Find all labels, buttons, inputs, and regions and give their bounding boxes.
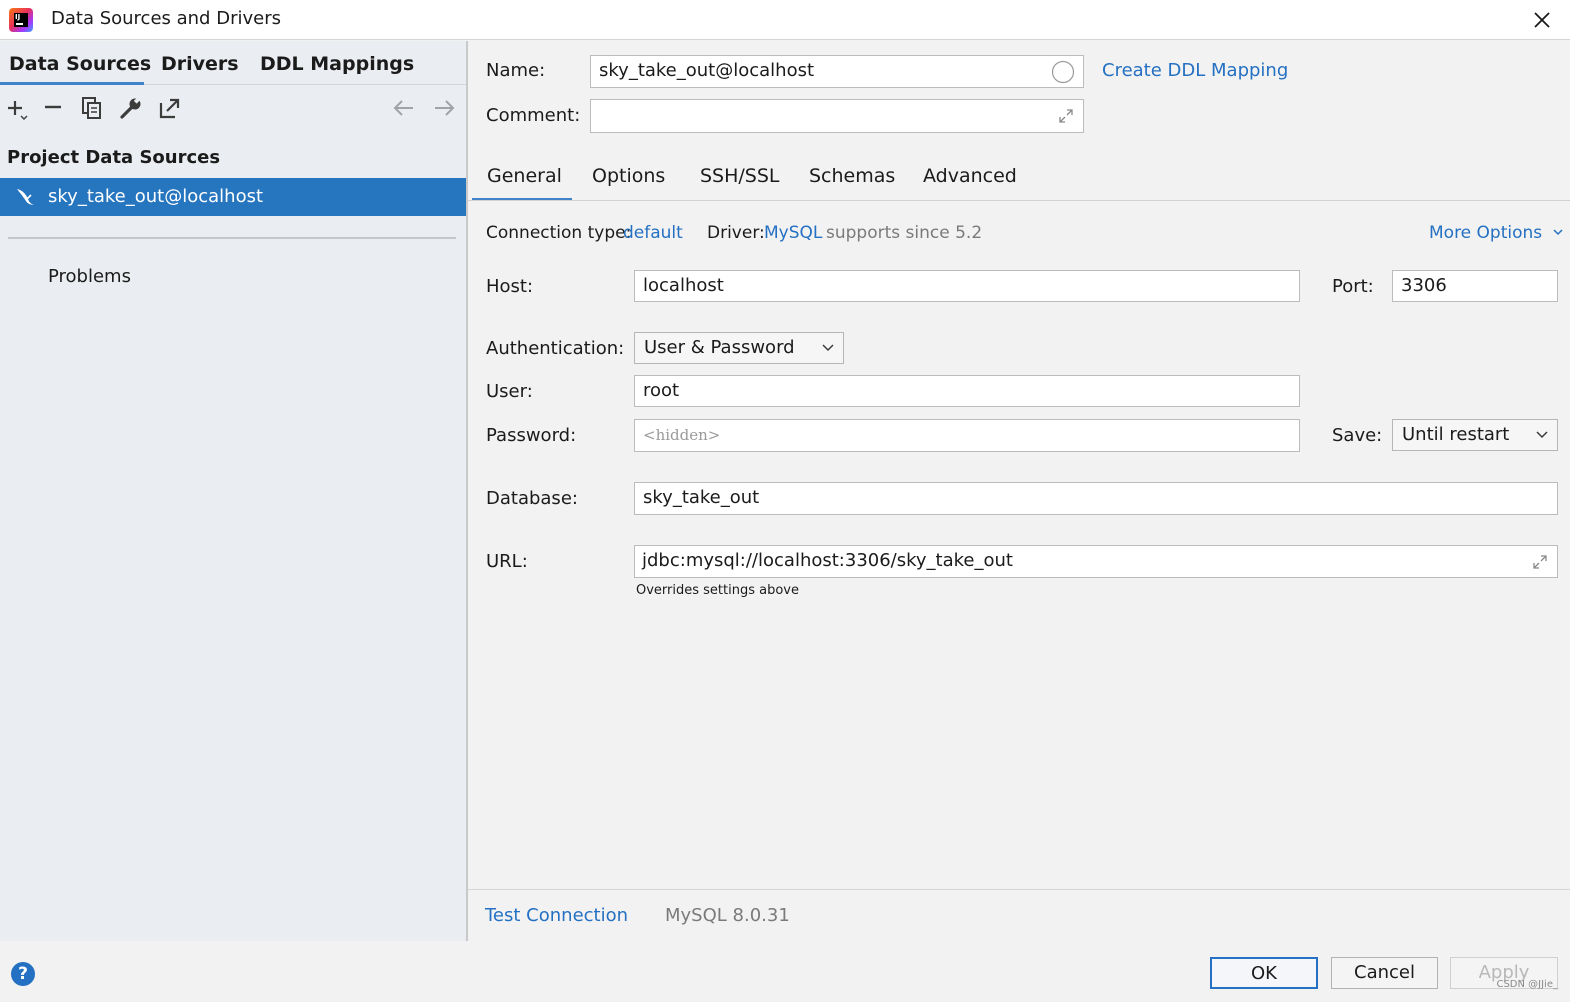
add-icon[interactable] xyxy=(4,95,30,121)
duplicate-icon[interactable] xyxy=(79,95,105,121)
user-field[interactable]: root xyxy=(634,375,1300,407)
tab-schemas[interactable]: Schemas xyxy=(809,165,895,187)
test-connection-link[interactable]: Test Connection xyxy=(485,905,628,926)
url-label: URL: xyxy=(486,551,528,572)
separator xyxy=(8,237,456,239)
more-options-link[interactable]: More Options xyxy=(1429,223,1564,243)
driver-label: Driver: xyxy=(707,223,765,243)
port-field[interactable]: 3306 xyxy=(1392,270,1558,302)
comment-label: Comment: xyxy=(486,105,581,126)
window-title: Data Sources and Drivers xyxy=(51,8,281,29)
name-value: sky_take_out@localhost xyxy=(599,60,815,81)
jump-to-source-icon[interactable] xyxy=(157,95,183,121)
color-circle-icon[interactable] xyxy=(1051,60,1075,84)
save-dropdown[interactable]: Until restart xyxy=(1392,419,1558,451)
authentication-value: User & Password xyxy=(644,337,795,358)
url-value: jdbc:mysql://localhost:3306/sky_take_out xyxy=(642,550,1013,571)
tab-data-sources[interactable]: Data Sources xyxy=(9,53,151,75)
cancel-button[interactable]: Cancel xyxy=(1331,957,1438,989)
driver-note: supports since 5.2 xyxy=(826,223,983,243)
password-label: Password: xyxy=(486,425,577,446)
database-field[interactable]: sky_take_out xyxy=(634,482,1558,515)
authentication-label: Authentication: xyxy=(486,338,625,359)
intellij-app-icon: IJ xyxy=(9,8,33,32)
save-label: Save: xyxy=(1332,425,1383,446)
database-label: Database: xyxy=(486,488,578,509)
port-label: Port: xyxy=(1332,276,1374,297)
tab-ddl-mappings[interactable]: DDL Mappings xyxy=(260,53,414,75)
server-version: MySQL 8.0.31 xyxy=(665,905,790,926)
authentication-dropdown[interactable]: User & Password xyxy=(634,332,844,364)
wrench-icon[interactable] xyxy=(118,95,144,121)
problems-item[interactable]: Problems xyxy=(48,266,131,287)
chevron-down-icon xyxy=(822,344,834,352)
more-options-label: More Options xyxy=(1429,223,1543,243)
dialog-button-bar: ? OK Cancel Apply CSDN @JJie_ xyxy=(0,941,1570,1002)
chevron-down-icon xyxy=(1536,431,1548,439)
url-hint: Overrides settings above xyxy=(636,583,799,598)
data-source-label: sky_take_out@localhost xyxy=(48,186,264,207)
save-value: Until restart xyxy=(1402,424,1510,445)
left-tab-bar: Data Sources Drivers DDL Mappings xyxy=(0,41,466,85)
title-bar: IJ Data Sources and Drivers xyxy=(0,0,1570,40)
user-label: User: xyxy=(486,381,533,402)
forward-arrow-icon[interactable] xyxy=(431,95,457,121)
project-data-sources-heading: Project Data Sources xyxy=(7,147,221,168)
create-ddl-mapping-link[interactable]: Create DDL Mapping xyxy=(1102,60,1288,81)
name-field[interactable]: sky_take_out@localhost xyxy=(590,55,1084,88)
expand-icon[interactable] xyxy=(1531,553,1549,571)
close-icon[interactable] xyxy=(1528,6,1556,34)
data-source-item[interactable]: sky_take_out@localhost xyxy=(0,178,466,216)
name-label: Name: xyxy=(486,60,546,81)
back-arrow-icon[interactable] xyxy=(391,95,417,121)
tab-general[interactable]: General xyxy=(487,165,562,187)
ok-button[interactable]: OK xyxy=(1210,957,1318,989)
mysql-dolphin-icon xyxy=(17,189,34,205)
remove-icon[interactable] xyxy=(41,95,67,121)
chevron-down-icon xyxy=(1553,229,1563,236)
left-panel: Data Sources Drivers DDL Mappings Projec… xyxy=(0,41,466,941)
tab-drivers[interactable]: Drivers xyxy=(161,53,239,75)
comment-field[interactable] xyxy=(590,99,1084,133)
url-field[interactable]: jdbc:mysql://localhost:3306/sky_take_out xyxy=(634,545,1558,578)
password-field[interactable]: <hidden> xyxy=(634,419,1300,452)
active-tab-indicator xyxy=(0,82,144,85)
connection-type-link[interactable]: default xyxy=(623,223,683,243)
help-icon[interactable]: ? xyxy=(11,962,35,986)
tab-advanced[interactable]: Advanced xyxy=(923,165,1017,187)
tab-ssh-ssl[interactable]: SSH/SSL xyxy=(700,165,780,187)
expand-icon[interactable] xyxy=(1057,107,1075,125)
footer-divider xyxy=(468,889,1570,890)
watermark: CSDN @JJie_ xyxy=(1496,979,1558,990)
driver-link[interactable]: MySQL xyxy=(764,223,822,243)
host-field[interactable]: localhost xyxy=(634,270,1300,302)
tab-bar-divider xyxy=(468,200,1570,201)
host-label: Host: xyxy=(486,276,534,297)
tab-options[interactable]: Options xyxy=(592,165,665,187)
right-panel: Name: sky_take_out@localhost Create DDL … xyxy=(468,41,1570,941)
connection-type-label: Connection type: xyxy=(486,223,632,243)
